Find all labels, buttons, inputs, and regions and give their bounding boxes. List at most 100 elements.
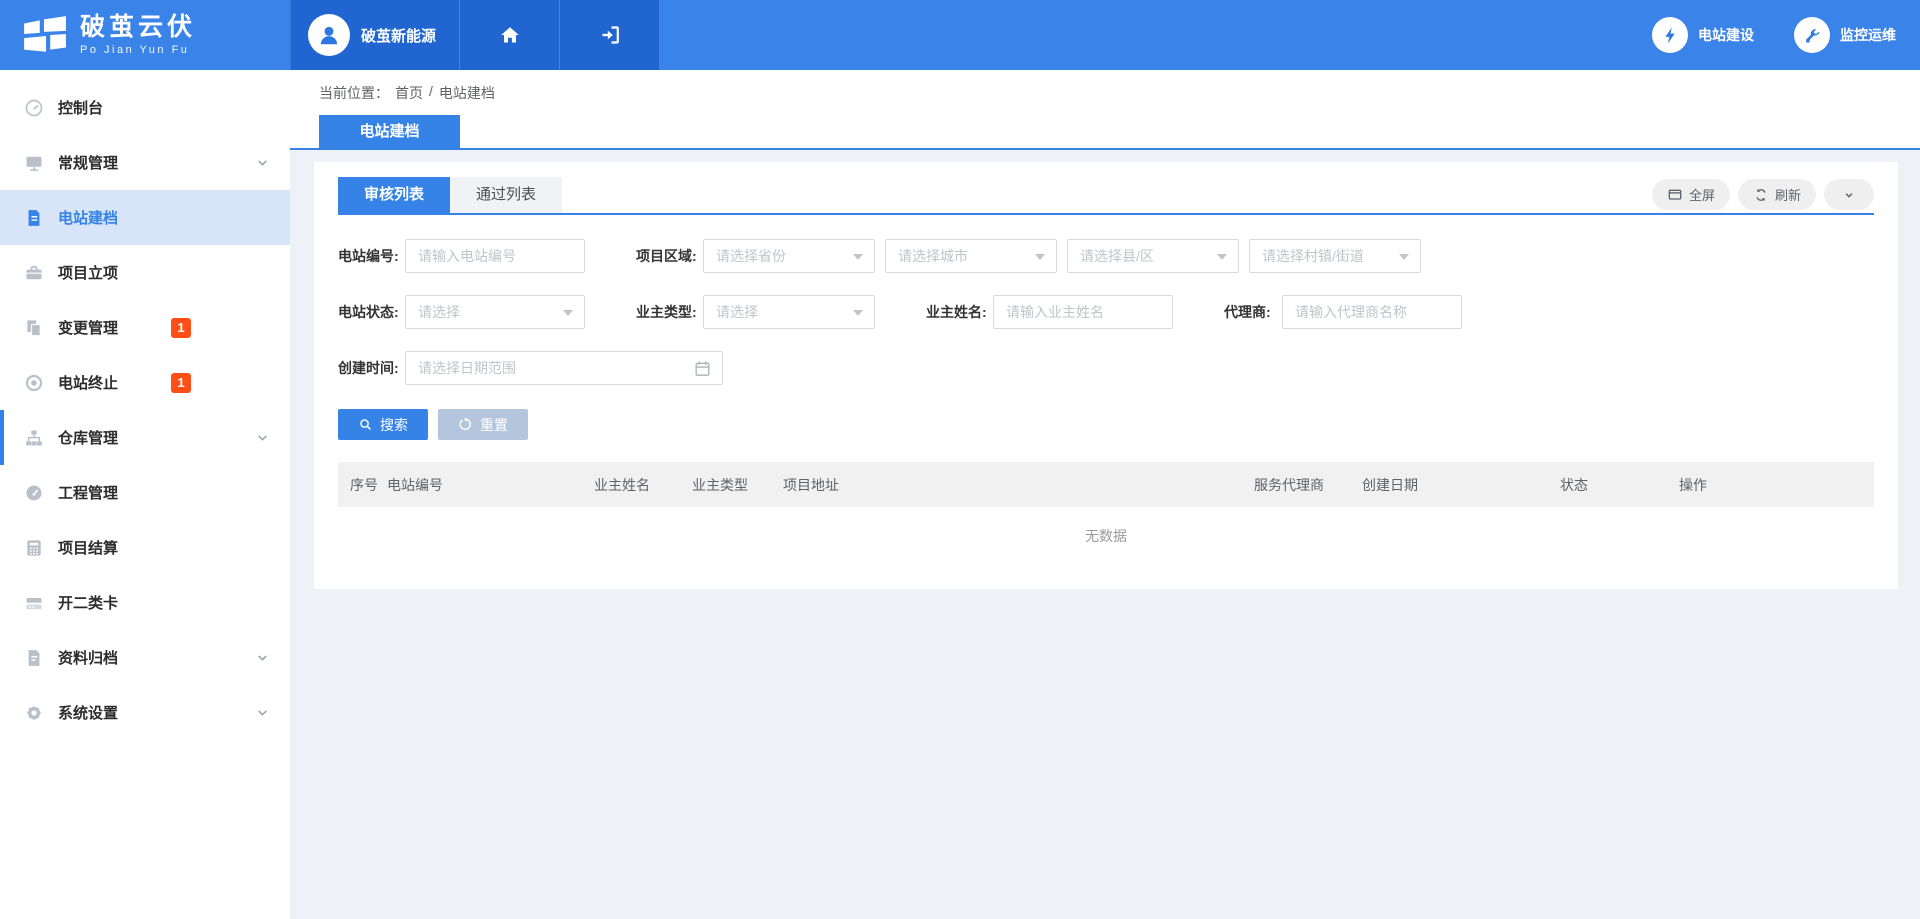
meter-icon bbox=[24, 483, 44, 503]
sign-out-icon bbox=[598, 23, 622, 47]
date-range-placeholder: 请选择日期范围 bbox=[418, 358, 516, 378]
province-select[interactable]: 请选择省份 bbox=[703, 239, 875, 273]
agent-label: 代理商: bbox=[1224, 302, 1282, 322]
caret-down-icon bbox=[1217, 254, 1227, 260]
caret-down-icon bbox=[853, 254, 863, 260]
notification-badge: 1 bbox=[171, 373, 191, 393]
logo-icon bbox=[22, 12, 68, 58]
notification-badge: 1 bbox=[171, 318, 191, 338]
reset-button[interactable]: 重置 bbox=[438, 409, 528, 440]
chevron-down-icon bbox=[255, 155, 270, 170]
city-select[interactable]: 请选择城市 bbox=[885, 239, 1057, 273]
breadcrumb-prefix: 当前位置： bbox=[319, 83, 389, 103]
sidebar-item-label: 变更管理 bbox=[58, 317, 118, 338]
copy-icon bbox=[24, 318, 44, 338]
fullscreen-button[interactable]: 全屏 bbox=[1652, 179, 1730, 210]
sidebar-item-label: 项目立项 bbox=[58, 262, 118, 283]
created-time-label: 创建时间: bbox=[338, 358, 405, 378]
city-placeholder: 请选择城市 bbox=[898, 246, 968, 266]
content-panel: 审核列表 通过列表 全屏 刷新 电站编号: 项目区域: bbox=[314, 162, 1898, 589]
col-owner-type: 业主类型 bbox=[692, 475, 783, 495]
archive-icon bbox=[24, 648, 44, 668]
agent-input[interactable] bbox=[1282, 295, 1462, 329]
sitemap-icon bbox=[24, 428, 44, 448]
sidebar-item-warehouse-mgmt[interactable]: 仓库管理 bbox=[0, 410, 290, 465]
caret-down-icon bbox=[563, 310, 573, 316]
user-name: 破茧新能源 bbox=[361, 25, 436, 46]
collapse-toolbar-button[interactable] bbox=[1824, 179, 1874, 210]
sidebar-item-station-filing[interactable]: 电站建档 bbox=[0, 190, 290, 245]
reset-label: 重置 bbox=[480, 415, 508, 435]
calendar-icon bbox=[693, 359, 712, 378]
main-content: 当前位置： 首页 / 电站建档 电站建档 审核列表 通过列表 全屏 刷新 bbox=[290, 70, 1920, 919]
sidebar-item-general-mgmt[interactable]: 常规管理 bbox=[0, 135, 290, 190]
tab-approved-list[interactable]: 通过列表 bbox=[450, 177, 562, 213]
station-status-select[interactable]: 请选择 bbox=[405, 295, 585, 329]
sidebar-item-console[interactable]: 控制台 bbox=[0, 80, 290, 135]
sidebar-item-data-archive[interactable]: 资料归档 bbox=[0, 630, 290, 685]
page-tab-station-filing[interactable]: 电站建档 bbox=[319, 115, 460, 148]
panel-toolbar: 全屏 刷新 bbox=[1652, 179, 1874, 210]
gauge-icon bbox=[24, 98, 44, 118]
panel-tab-bar: 审核列表 通过列表 全屏 刷新 bbox=[338, 177, 1874, 215]
district-placeholder: 请选择县/区 bbox=[1080, 246, 1154, 266]
station-no-label: 电站编号: bbox=[338, 246, 405, 266]
logo-title: 破茧云伏 bbox=[80, 14, 196, 42]
document-icon bbox=[24, 208, 44, 228]
col-status: 状态 bbox=[1560, 475, 1679, 495]
sidebar-item-engineering-mgmt[interactable]: 工程管理 bbox=[0, 465, 290, 520]
sidebar-item-project-initiation[interactable]: 项目立项 bbox=[0, 245, 290, 300]
header-right-links: 电站建设 监控运维 bbox=[1652, 0, 1920, 70]
breadcrumb-home[interactable]: 首页 bbox=[395, 83, 423, 103]
street-placeholder: 请选择村镇/街道 bbox=[1262, 246, 1364, 266]
col-index: 序号 bbox=[350, 475, 387, 495]
refresh-icon bbox=[1753, 187, 1769, 203]
owner-name-label: 业主姓名: bbox=[926, 302, 993, 322]
active-group-marker bbox=[0, 410, 4, 465]
sidebar-item-label: 项目结算 bbox=[58, 537, 118, 558]
filter-row-3: 创建时间: 请选择日期范围 bbox=[338, 351, 1874, 385]
search-button[interactable]: 搜索 bbox=[338, 409, 428, 440]
monitor-ops-link[interactable]: 监控运维 bbox=[1794, 17, 1896, 53]
target-icon bbox=[24, 373, 44, 393]
current-user-menu[interactable]: 破茧新能源 bbox=[290, 0, 460, 70]
district-select[interactable]: 请选择县/区 bbox=[1067, 239, 1239, 273]
home-button[interactable] bbox=[460, 0, 560, 70]
date-range-picker[interactable]: 请选择日期范围 bbox=[405, 351, 723, 385]
sidebar-item-label: 控制台 bbox=[58, 97, 103, 118]
sidebar-item-station-termination[interactable]: 电站终止 1 bbox=[0, 355, 290, 410]
filter-row-2: 电站状态: 请选择 业主类型: 请选择 业主姓名: 代理商: bbox=[338, 295, 1874, 329]
col-agent: 服务代理商 bbox=[1254, 475, 1362, 495]
col-owner-name: 业主姓名 bbox=[594, 475, 692, 495]
caret-down-icon bbox=[1035, 254, 1045, 260]
top-header: 破茧云伏 Po Jian Yun Fu 破茧新能源 bbox=[0, 0, 1920, 70]
card-icon bbox=[24, 593, 44, 613]
chevron-down-icon bbox=[255, 650, 270, 665]
breadcrumb-bar: 当前位置： 首页 / 电站建档 电站建档 bbox=[290, 70, 1920, 150]
sidebar-item-system-settings[interactable]: 系统设置 bbox=[0, 685, 290, 740]
station-build-link[interactable]: 电站建设 bbox=[1652, 17, 1754, 53]
sidebar-item-label: 资料归档 bbox=[58, 647, 118, 668]
owner-name-input[interactable] bbox=[993, 295, 1173, 329]
station-no-input[interactable] bbox=[405, 239, 585, 273]
col-station-no: 电站编号 bbox=[387, 475, 594, 495]
region-label: 项目区域: bbox=[636, 246, 703, 266]
sidebar-item-label: 工程管理 bbox=[58, 482, 118, 503]
sidebar-item-project-settlement[interactable]: 项目结算 bbox=[0, 520, 290, 575]
logout-button[interactable] bbox=[560, 0, 660, 70]
chevron-down-icon bbox=[255, 430, 270, 445]
station-status-placeholder: 请选择 bbox=[418, 302, 460, 322]
refresh-button[interactable]: 刷新 bbox=[1738, 179, 1816, 210]
col-project-addr: 项目地址 bbox=[783, 475, 1254, 495]
app-logo: 破茧云伏 Po Jian Yun Fu bbox=[0, 0, 290, 70]
owner-type-placeholder: 请选择 bbox=[716, 302, 758, 322]
street-select[interactable]: 请选择村镇/街道 bbox=[1249, 239, 1421, 273]
fullscreen-icon bbox=[1667, 187, 1683, 203]
col-created-date: 创建日期 bbox=[1362, 475, 1560, 495]
header-nav-group: 破茧新能源 bbox=[290, 0, 660, 70]
sidebar-item-type2-card[interactable]: 开二类卡 bbox=[0, 575, 290, 630]
empty-state-text: 无数据 bbox=[338, 507, 1874, 565]
sidebar-item-change-mgmt[interactable]: 变更管理 1 bbox=[0, 300, 290, 355]
owner-type-select[interactable]: 请选择 bbox=[703, 295, 875, 329]
tab-review-list[interactable]: 审核列表 bbox=[338, 177, 450, 213]
